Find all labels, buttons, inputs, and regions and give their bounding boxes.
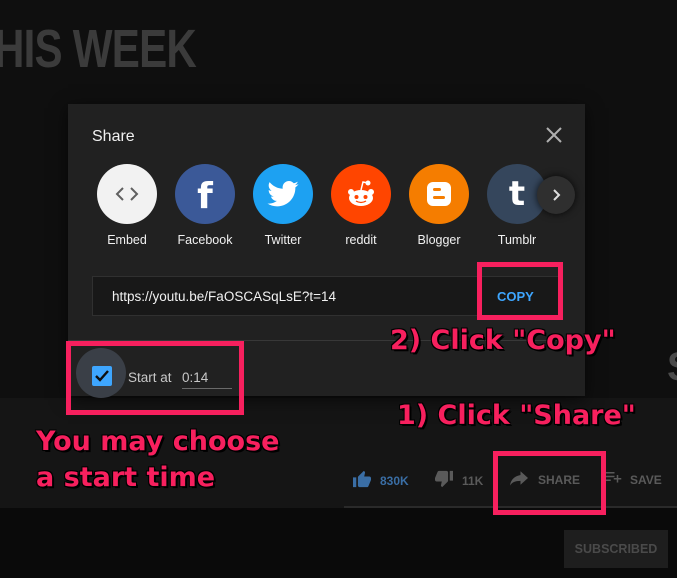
save-button[interactable]: SAVE bbox=[604, 470, 662, 489]
share-reddit-label: reddit bbox=[345, 233, 377, 247]
thumbs-down-icon bbox=[434, 470, 454, 491]
start-time-note-line1: You may choose bbox=[36, 426, 280, 457]
share-url: https://youtu.be/FaOSCASqLsE?t=14 bbox=[112, 289, 337, 304]
start-time-note-line2: a start time bbox=[36, 462, 216, 493]
share-embed-label: Embed bbox=[107, 233, 147, 247]
copy-highlight bbox=[477, 262, 563, 320]
thumbs-up-icon bbox=[352, 470, 372, 491]
share-twitter[interactable]: Twitter bbox=[244, 164, 322, 247]
dislike-button[interactable]: 11K bbox=[434, 470, 483, 491]
share-embed[interactable]: Embed bbox=[88, 164, 166, 247]
share-twitter-label: Twitter bbox=[264, 233, 302, 247]
start-time-highlight bbox=[66, 341, 244, 415]
like-count: 830K bbox=[380, 473, 409, 488]
share-facebook-label: Facebook bbox=[177, 233, 233, 247]
edge-glyph: S bbox=[667, 345, 677, 390]
share-blogger[interactable]: Blogger bbox=[400, 164, 478, 247]
subscribe-button[interactable]: SUBSCRIBED bbox=[564, 530, 668, 568]
share-blogger-label: Blogger bbox=[417, 233, 461, 247]
reddit-icon bbox=[331, 164, 391, 224]
dislike-count: 11K bbox=[462, 473, 484, 488]
like-button[interactable]: 830K bbox=[352, 470, 409, 491]
dialog-title: Share bbox=[92, 128, 135, 145]
share-highlight bbox=[493, 451, 606, 515]
share-facebook[interactable]: f Facebook bbox=[166, 164, 244, 247]
twitter-icon bbox=[253, 164, 313, 224]
chevron-right-icon[interactable] bbox=[537, 176, 575, 214]
save-label: SAVE bbox=[630, 472, 662, 487]
embed-code-icon bbox=[97, 164, 157, 224]
share-reddit[interactable]: reddit bbox=[322, 164, 400, 247]
step2-annotation: 2) Click "Copy" bbox=[390, 325, 616, 356]
blogger-icon bbox=[409, 164, 469, 224]
share-tumblr-label: Tumblr bbox=[497, 233, 537, 247]
video-title-fragment: HIS WEEK bbox=[0, 19, 197, 79]
close-icon[interactable] bbox=[543, 124, 565, 146]
step1-annotation: 1) Click "Share" bbox=[397, 400, 636, 431]
facebook-icon: f bbox=[175, 164, 235, 224]
playlist-add-icon bbox=[604, 470, 622, 489]
